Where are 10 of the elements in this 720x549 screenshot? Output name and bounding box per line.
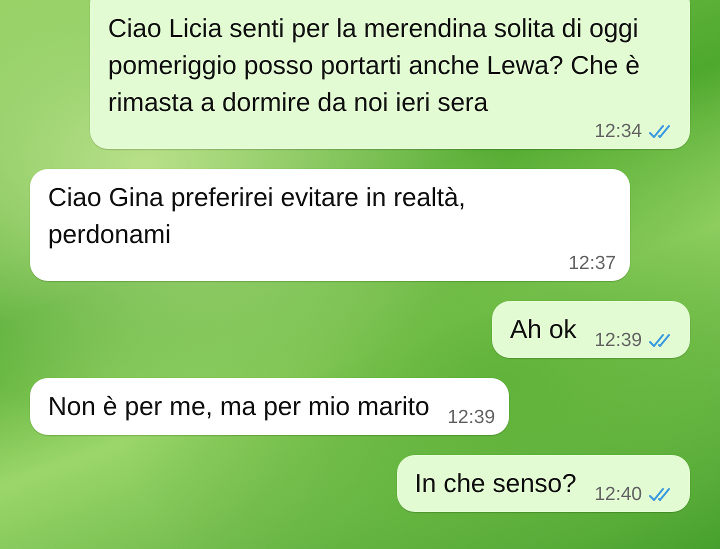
message-text: Ciao Gina preferirei evitare in realtà, perdonami — [48, 181, 467, 251]
message-text: Non è per me, ma per mio marito — [48, 390, 430, 423]
message-text: Ah ok — [510, 313, 576, 346]
message-text: In che senso? — [414, 467, 576, 500]
message-time: 12:34 — [594, 121, 642, 143]
message-time: 12:39 — [447, 407, 496, 429]
message-time: 12:39 — [594, 330, 642, 352]
message-time: 12:40 — [594, 484, 642, 506]
message-time: 12:37 — [568, 253, 616, 275]
message-text: Ciao Licia senti per la merendina solita di oggi pomeriggio posso portarti anche Lewa? Che è rimasta a dormire da noi ieri sera — [108, 12, 641, 119]
